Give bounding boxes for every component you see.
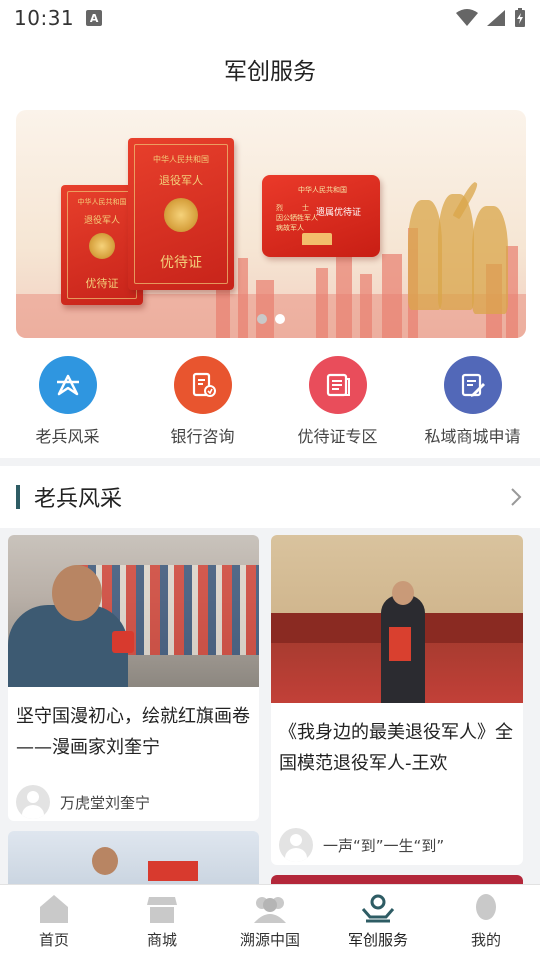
author-name: 一声“到”一生“到” <box>323 836 445 855</box>
home-icon <box>40 895 68 923</box>
national-emblem-icon <box>164 198 198 232</box>
card-line1: 中华人民共和国 <box>298 186 347 194</box>
quick-link-label: 优待证专区 <box>297 427 378 446</box>
quick-link-label: 银行咨询 <box>170 427 235 446</box>
chevron-right-icon[interactable] <box>510 487 522 507</box>
wifi-icon <box>456 9 478 26</box>
cert-right-line1: 中华人民共和国 <box>153 155 209 164</box>
article-card[interactable]: 《我身边的最美退役军人》全国模范退役军人-王欢 一声“到”一生“到” <box>271 535 523 865</box>
tab-trace-china[interactable]: 溯源中国 <box>216 885 324 960</box>
skyline-decoration <box>382 254 402 338</box>
bottom-tab-bar: 首页 商城 溯源中国 军创服务 我的 <box>0 884 540 960</box>
quick-link-bank[interactable]: 银行咨询 <box>135 344 270 458</box>
article-author: 一声“到”一生“到” <box>271 828 523 862</box>
card-line4: 因公牺牲军人 <box>276 214 318 222</box>
edit-form-icon <box>443 356 502 414</box>
article-card[interactable] <box>8 831 259 891</box>
national-emblem-icon <box>89 233 115 259</box>
tab-profile[interactable]: 我的 <box>432 885 540 960</box>
page-title: 军创服务 <box>224 59 316 85</box>
signal-icon <box>487 10 505 26</box>
status-bar: 10:31 A <box>0 0 540 36</box>
tab-label: 溯源中国 <box>239 931 300 949</box>
article-photo <box>8 535 259 687</box>
article-card[interactable]: 坚守国漫初心，绘就红旗画卷——漫画家刘奎宁 万虎堂刘奎宁 <box>8 535 259 821</box>
avatar <box>279 828 313 862</box>
tiananmen-icon <box>302 233 332 245</box>
carousel-dot[interactable] <box>257 314 267 324</box>
quick-link-label: 老兵风采 <box>35 427 100 446</box>
card-line2: 烈 <box>276 204 283 212</box>
skyline-decoration <box>238 258 248 338</box>
title-bar: 军创服务 <box>0 36 540 102</box>
banner-carousel[interactable]: 中华人民共和国 退役军人 优待证 中华人民共和国 退役军人 优待证 中华人民共和… <box>16 110 526 338</box>
carousel-dots <box>16 314 526 324</box>
tab-shop[interactable]: 商城 <box>108 885 216 960</box>
quick-link-private-mall[interactable]: 私域商城申请 <box>405 344 540 458</box>
quick-link-label: 私域商城申请 <box>424 427 521 446</box>
section-title: 老兵风采 <box>34 487 123 512</box>
skyline-decoration <box>316 268 328 338</box>
tab-label: 首页 <box>38 931 69 949</box>
quick-link-veteran-style[interactable]: 老兵风采 <box>0 344 135 458</box>
card-big-text: 遗属优待证 <box>316 208 362 218</box>
quick-links: 老兵风采 银行咨询 优待证专区 私域商城申请 <box>0 344 540 458</box>
author-name: 万虎堂刘奎宁 <box>60 793 151 812</box>
carousel-dot-active[interactable] <box>275 314 285 324</box>
status-time: 10:31 <box>14 6 75 30</box>
news-card-icon <box>308 356 367 414</box>
certificate-right: 中华人民共和国 退役军人 优待证 <box>128 138 234 290</box>
cert-right-line3: 优待证 <box>160 255 202 271</box>
article-title: 坚守国漫初心，绘就红旗画卷——漫画家刘奎宁 <box>16 706 250 758</box>
battery-icon <box>515 8 525 27</box>
soldier-silhouette <box>408 200 442 310</box>
banner-section: 中华人民共和国 退役军人 优待证 中华人民共和国 退役军人 优待证 中华人民共和… <box>0 102 540 344</box>
shop-icon <box>147 897 177 923</box>
status-icons <box>456 8 526 28</box>
section-header[interactable]: 老兵风采 <box>0 466 540 528</box>
notification-icon: A <box>86 10 103 26</box>
tab-label: 我的 <box>470 931 501 949</box>
section-accent-bar <box>16 485 20 509</box>
star-badge-icon <box>38 356 97 414</box>
care-hand-icon <box>361 894 395 923</box>
skyline-decoration <box>256 280 274 338</box>
card-line5: 病故军人 <box>276 224 304 232</box>
cert-right-line2: 退役军人 <box>159 174 203 187</box>
group-icon <box>254 897 286 923</box>
tab-home[interactable]: 首页 <box>0 885 108 960</box>
card-line3: 士 <box>302 204 309 212</box>
article-author: 万虎堂刘奎宁 <box>8 785 259 819</box>
avatar <box>16 785 50 819</box>
article-photo <box>271 535 523 703</box>
tab-military-service[interactable]: 军创服务 <box>324 885 432 960</box>
tab-label: 军创服务 <box>347 931 408 949</box>
soldier-silhouette <box>472 206 508 314</box>
bank-card-icon <box>173 356 232 414</box>
survivor-card: 中华人民共和国 烈 士 因公牺牲军人 病故军人 遗属优待证 <box>262 175 380 257</box>
quick-link-preferential-card[interactable]: 优待证专区 <box>270 344 405 458</box>
article-title: 《我身边的最美退役军人》全国模范退役军人-王欢 <box>279 722 513 774</box>
skyline-decoration <box>360 274 372 338</box>
user-icon <box>476 894 496 920</box>
tab-label: 商城 <box>146 931 177 949</box>
